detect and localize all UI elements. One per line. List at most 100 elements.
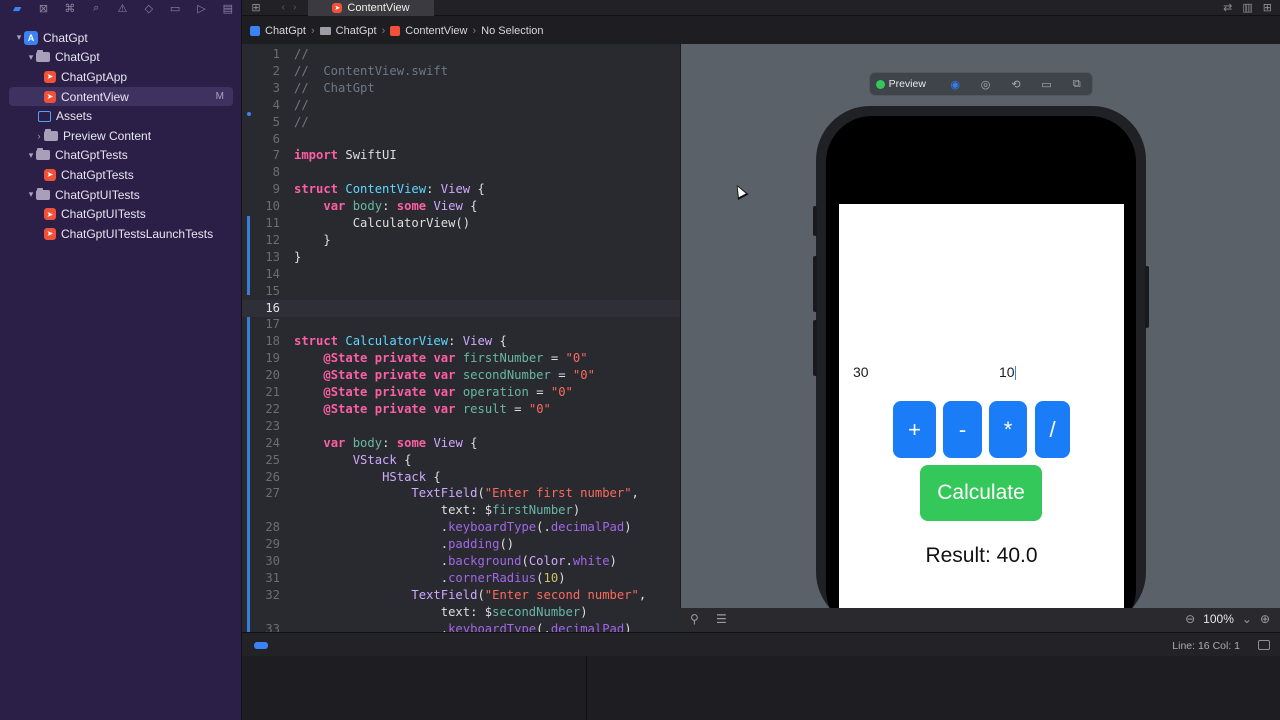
sidebar-item-chatgpt[interactable]: ▾ ChatGpt (0, 48, 242, 68)
sidebar-item-preview-content[interactable]: › Preview Content (0, 126, 242, 146)
debug-area-toggle[interactable] (254, 642, 268, 649)
code-line[interactable]: 16 (242, 299, 680, 317)
code-line[interactable]: 15 (242, 283, 680, 300)
sidebar-item-chatgptuitests[interactable]: ➤ ChatGptUITests (0, 204, 242, 224)
sidebar-item-chatgpttests[interactable]: ➤ ChatGptTests (0, 165, 242, 185)
sidebar-item-chatgpttests[interactable]: ▾ ChatGptTests (0, 146, 242, 166)
code-line[interactable]: 12 } (242, 232, 680, 249)
code-line[interactable]: 29 .padding() (242, 536, 680, 553)
code-line[interactable]: 26 HStack { (242, 469, 680, 486)
code-line[interactable]: text: $firstNumber) (242, 502, 680, 519)
code-line[interactable]: 30 .background(Color.white) (242, 553, 680, 570)
subtract-button[interactable]: - (943, 401, 982, 458)
breakpoint-icon[interactable]: ▷ (188, 0, 214, 16)
search-icon[interactable]: ⌕ (83, 0, 109, 16)
add-editor-icon[interactable]: ⊞ (1263, 1, 1272, 14)
swap-icon[interactable]: ⇄ (1223, 1, 1232, 14)
add-button[interactable]: + (893, 401, 936, 458)
breadcrumb-project[interactable]: ChatGpt (265, 25, 306, 37)
code-line[interactable]: 32 TextField("Enter second number", (242, 587, 680, 604)
chevron-down-icon[interactable]: ▾ (26, 150, 36, 161)
code-line[interactable]: 21 @State private var operation = "0" (242, 384, 680, 401)
tab-label: ContentView (347, 1, 410, 14)
device-settings-icon[interactable]: ▭ (1031, 78, 1061, 91)
code-line[interactable]: 13} (242, 249, 680, 266)
code-line[interactable]: 8 (242, 164, 680, 181)
code-line[interactable]: 9 struct ContentView: View { (242, 181, 680, 198)
code-line[interactable]: 6 (242, 131, 680, 148)
code-line[interactable]: 3 // ChatGpt (242, 80, 680, 97)
sidebar-item-chatgptapp[interactable]: ➤ ChatGptApp (0, 67, 242, 87)
selectable-mode-icon[interactable]: ◎ (970, 78, 1000, 91)
rotate-icon[interactable]: ⟲ (1001, 78, 1031, 91)
code-editor[interactable]: 1 // 2 // ContentView.swift 3 // ChatGpt 4//5 /… (242, 44, 680, 632)
forward-arrow-icon[interactable]: › (293, 2, 296, 13)
source-control-icon[interactable]: ⊠ (30, 0, 56, 16)
calculate-button[interactable]: Calculate (920, 465, 1042, 521)
sidebar-item-chatgpt[interactable]: ▾ A ChatGpt (0, 28, 242, 48)
zoom-out-icon[interactable]: ⊖ (1185, 612, 1195, 626)
first-number-field[interactable]: 30 (853, 364, 869, 380)
code-line[interactable]: 20 @State private var secondNumber = "0" (242, 367, 680, 384)
code-line[interactable]: 7 import SwiftUI (242, 147, 680, 164)
warning-icon[interactable]: ⚠ (109, 0, 135, 16)
code-line[interactable]: 5 // (242, 114, 680, 131)
breadcrumb-folder[interactable]: ChatGpt (336, 25, 377, 37)
sidebar-item-contentview[interactable]: ➤ ContentView M (9, 86, 233, 107)
debug-icon[interactable]: ▭ (162, 0, 188, 16)
code-line[interactable]: 24 var body: some View { (242, 435, 680, 452)
breadcrumb-selection[interactable]: No Selection (481, 25, 543, 37)
code-line[interactable]: 11 CalculatorView() (242, 215, 680, 232)
zoom-level[interactable]: 100% (1203, 612, 1234, 626)
code-line[interactable]: 19 @State private var firstNumber = "0" (242, 350, 680, 367)
code-line[interactable]: 22 @State private var result = "0" (242, 401, 680, 418)
split-editor-icon[interactable]: ▥ (1242, 1, 1252, 14)
breadcrumb-file[interactable]: ContentView (405, 25, 467, 37)
sidebar-item-chatgptuitestslaunchtests[interactable]: ➤ ChatGptUITestsLaunchTests (0, 224, 242, 244)
multiply-button[interactable]: * (989, 401, 1027, 458)
code-line[interactable]: 10 var body: some View { (242, 198, 680, 215)
folder-icon[interactable]: ▰ (4, 0, 30, 16)
live-mode-icon[interactable]: ◉ (940, 78, 970, 91)
nav-arrows: ‹ › (270, 2, 308, 13)
code-line[interactable]: 18 struct CalculatorView: View { (242, 333, 680, 350)
chevron-right-icon: › (381, 25, 386, 37)
divide-button[interactable]: / (1035, 401, 1070, 458)
code-line[interactable]: 25 VStack { (242, 452, 680, 469)
sidebar-item-chatgptuitests[interactable]: ▾ ChatGptUITests (0, 185, 242, 205)
chevron-down-icon[interactable]: ⌄ (1242, 612, 1252, 626)
sidebar-item-assets[interactable]: Assets (0, 106, 242, 126)
zoom-in-icon[interactable]: ⊕ (1260, 612, 1270, 626)
test-icon[interactable]: ◇ (136, 0, 162, 16)
report-icon[interactable]: ▤ (215, 0, 241, 16)
code-line[interactable]: 4// (242, 97, 680, 114)
code-line[interactable]: 31 .cornerRadius(10) (242, 570, 680, 587)
second-number-field[interactable]: 10 (999, 364, 1016, 380)
code-line[interactable]: 17 (242, 316, 680, 333)
code-text: // ChatGpt (294, 80, 375, 95)
code-line[interactable]: 14 (242, 266, 680, 283)
code-line[interactable]: 28 .keyboardType(.decimalPad) (242, 519, 680, 536)
preview-label[interactable]: Preview (889, 78, 926, 90)
code-line[interactable]: 1 // (242, 46, 680, 63)
variants-icon[interactable]: ☰ (716, 612, 727, 626)
debug-divider[interactable] (586, 656, 587, 720)
line-number: 29 (265, 537, 280, 552)
grid-icon[interactable]: ⊞ (242, 1, 270, 14)
pin-icon[interactable]: ⚲ (690, 612, 699, 626)
tab-contentview[interactable]: ➤ ContentView (308, 0, 434, 16)
chevron-down-icon[interactable]: ▾ (14, 32, 24, 43)
line-number: 11 (265, 216, 280, 230)
duplicate-icon[interactable]: ⧉ (1062, 78, 1092, 91)
code-line[interactable]: 27 TextField("Enter first number", (242, 485, 680, 502)
chevron-right-icon[interactable]: › (34, 131, 44, 141)
code-line[interactable]: 23 (242, 418, 680, 435)
panel-toggle-icon[interactable] (1258, 640, 1270, 650)
chevron-down-icon[interactable]: ▾ (26, 52, 36, 63)
hierarchy-icon[interactable]: ⌘ (57, 0, 83, 16)
back-arrow-icon[interactable]: ‹ (282, 2, 285, 13)
code-line[interactable]: 2 // ContentView.swift (242, 63, 680, 80)
code-line[interactable]: 33 .keyboardType(.decimalPad) (242, 621, 680, 632)
chevron-down-icon[interactable]: ▾ (26, 189, 36, 200)
code-line[interactable]: text: $secondNumber) (242, 604, 680, 621)
